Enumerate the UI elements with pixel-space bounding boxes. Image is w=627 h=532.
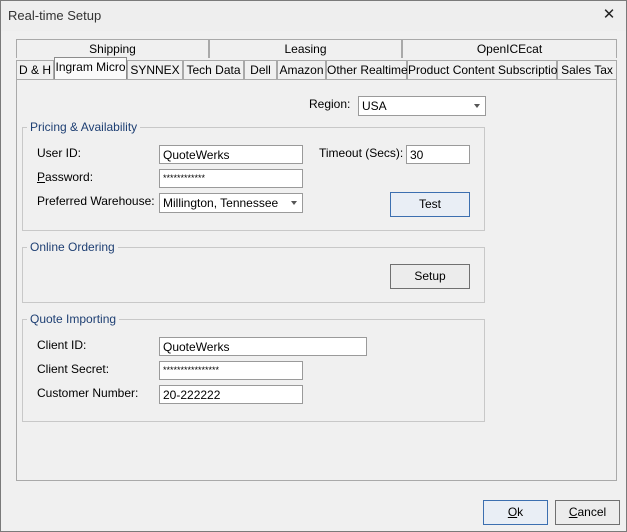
password-label-mnemonic: P [37,170,46,184]
tab-amazon[interactable]: Amazon [277,60,326,79]
ok-mnemonic: O [507,505,518,519]
online-ordering-title: Online Ordering [27,240,118,254]
tab-synnex[interactable]: SYNNEX [127,60,183,79]
setup-button-label: Setup [414,269,446,283]
tab-label: Tech Data [186,63,241,77]
tab-row-top: Shipping Leasing OpenICEcat [16,39,617,59]
tab-product-content-subscription[interactable]: Product Content Subscription [407,60,564,79]
preferred-warehouse-label: Preferred Warehouse: [37,194,155,208]
password-label: Password: [37,170,93,184]
tab-label: Ingram Micro [55,60,126,74]
timeout-label: Timeout (Secs): [319,146,404,160]
user-id-label: User ID: [37,146,82,160]
user-id-field[interactable]: QuoteWerks [159,145,303,164]
customer-number-field[interactable]: 20-222222 [159,385,303,404]
quote-importing-group: Quote Importing Client ID: QuoteWerks Cl… [22,312,485,422]
password-field[interactable]: ************ [159,169,303,188]
real-time-setup-window: Real-time Setup ✕ Shipping Leasing OpenI… [0,0,627,532]
tab-ingram-micro[interactable]: Ingram Micro [54,57,127,79]
preferred-warehouse-select[interactable]: Millington, Tennessee [159,193,303,213]
tab-sales-tax[interactable]: Sales Tax [557,60,617,79]
region-value: USA [362,99,387,113]
ingram-micro-panel: Region: USA Pricing & Availability User … [16,79,617,481]
tab-row-bottom: D & H Ingram Micro SYNNEX Tech Data Dell… [16,57,617,80]
password-label-text: assword: [45,170,94,184]
ok-button[interactable]: Ok [483,500,548,525]
tab-label: Shipping [89,42,136,56]
test-button-label: Test [418,197,441,211]
tab-label: Amazon [279,63,324,77]
tab-label: Product Content Subscription [408,63,565,77]
region-select[interactable]: USA [358,96,486,116]
region-label: Region: [309,97,351,111]
setup-button[interactable]: Setup [390,264,470,289]
quote-importing-title: Quote Importing [27,312,120,326]
chevron-down-icon [474,104,480,108]
client-id-field[interactable]: QuoteWerks [159,337,367,356]
tab-other-realtime[interactable]: Other Realtime [326,60,408,79]
title-bar: Real-time Setup ✕ [1,1,626,31]
chevron-down-icon [291,201,297,205]
window-title: Real-time Setup [8,8,102,23]
tab-tech-data[interactable]: Tech Data [183,60,244,79]
customer-number-label: Customer Number: [37,386,139,400]
pricing-availability-title: Pricing & Availability [27,120,141,134]
tab-openicecat[interactable]: OpenICEcat [402,39,617,58]
tab-label: OpenICEcat [476,42,543,56]
tab-shipping[interactable]: Shipping [16,39,209,58]
cancel-label: ancel [577,505,607,519]
tab-label: D & H [18,63,51,77]
tab-label: SYNNEX [130,63,180,77]
tab-dell[interactable]: Dell [244,60,277,79]
pricing-availability-group: Pricing & Availability User ID: QuoteWer… [22,120,485,231]
timeout-field[interactable]: 30 [406,145,470,164]
tab-label: Leasing [284,42,327,56]
tab-leasing[interactable]: Leasing [209,39,402,58]
tab-label: Dell [250,63,271,77]
ok-label: k [517,505,524,519]
tab-d-and-h[interactable]: D & H [16,60,54,79]
tab-label: Other Realtime [327,63,408,77]
test-button[interactable]: Test [390,192,470,217]
online-ordering-group: Online Ordering Setup [22,240,485,303]
tab-label: Sales Tax [561,63,613,77]
client-secret-label: Client Secret: [37,362,110,376]
close-icon[interactable]: ✕ [600,5,618,25]
client-id-label: Client ID: [37,338,87,352]
cancel-button[interactable]: Cancel [555,500,620,525]
preferred-warehouse-value: Millington, Tennessee [163,196,279,210]
client-secret-field[interactable]: **************** [159,361,303,380]
